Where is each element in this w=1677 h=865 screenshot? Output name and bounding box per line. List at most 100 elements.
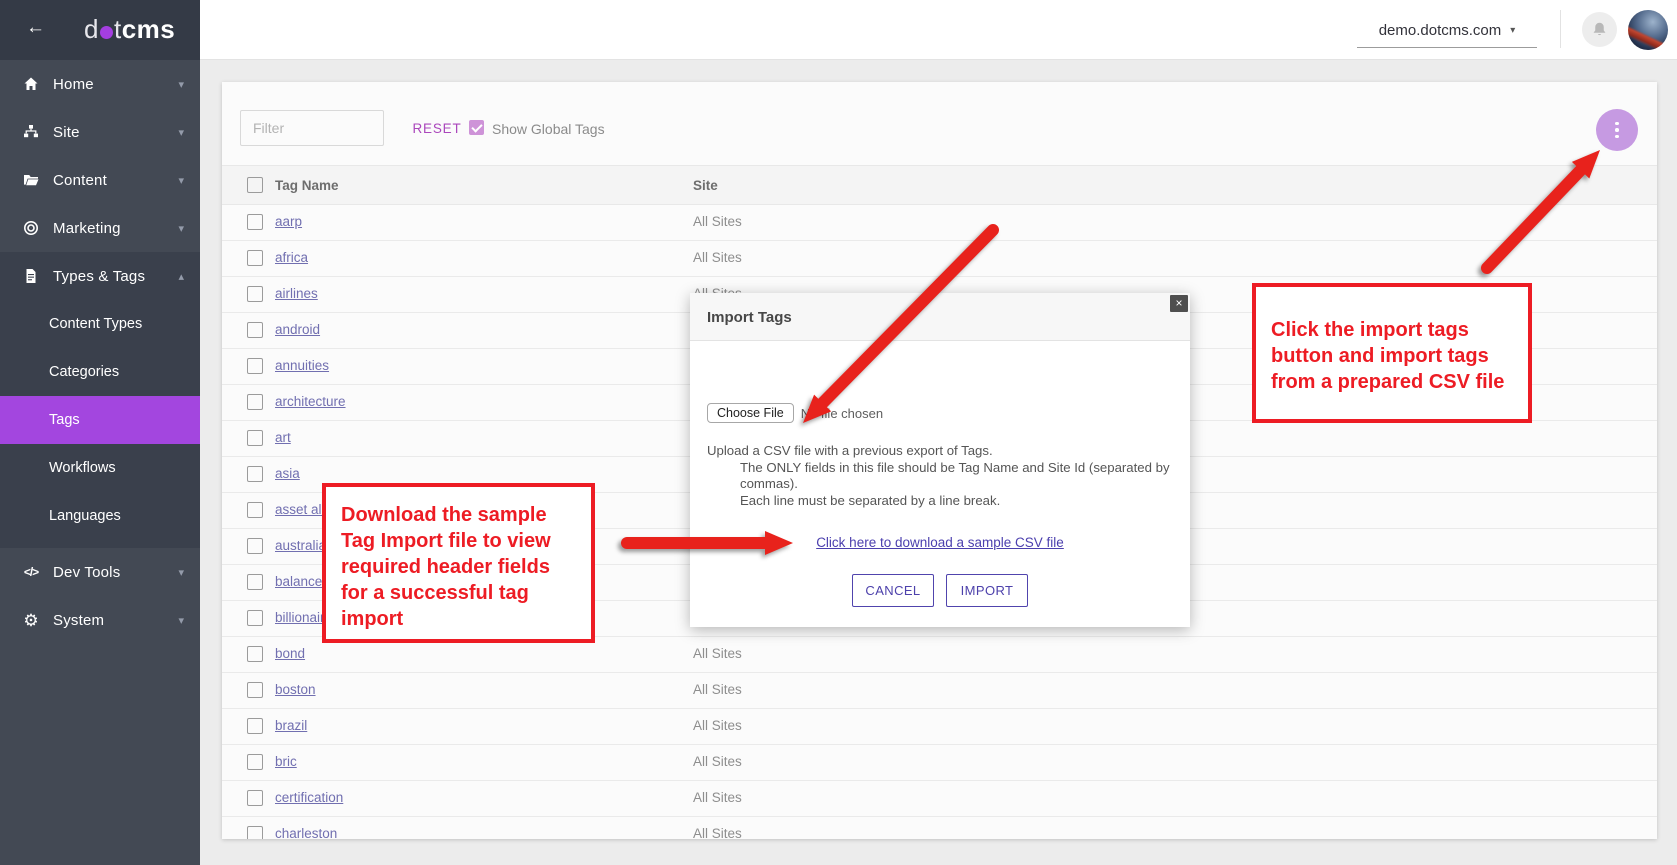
row-checkbox[interactable] (247, 286, 263, 302)
chevron-down-icon: ▾ (178, 614, 184, 627)
tag-link[interactable]: certification (275, 790, 343, 805)
close-icon[interactable]: × (1170, 295, 1188, 312)
tag-link[interactable]: architecture (275, 394, 346, 409)
sidebar-item-marketing[interactable]: Marketing ▾ (0, 204, 200, 252)
modal-header: Import Tags × (690, 293, 1190, 341)
site-cell: All Sites (693, 214, 742, 229)
row-checkbox[interactable] (247, 574, 263, 590)
filter-input[interactable] (240, 110, 384, 146)
tag-link[interactable]: bond (275, 646, 305, 661)
chevron-down-icon: ▾ (178, 126, 184, 139)
modal-description: Upload a CSV file with a previous export… (707, 443, 1173, 509)
sidebar-item-system[interactable]: ⚙ System ▾ (0, 596, 200, 644)
row-checkbox[interactable] (247, 826, 263, 839)
table-header: Tag Name Site (222, 165, 1657, 205)
site-cell: All Sites (693, 646, 742, 661)
sidebar-item-languages[interactable]: Languages (0, 492, 200, 540)
sidebar-item-dev-tools[interactable]: </> Dev Tools ▾ (0, 548, 200, 596)
tag-link[interactable]: aarp (275, 214, 302, 229)
no-file-chosen-text: No file chosen (801, 406, 883, 421)
row-checkbox[interactable] (247, 646, 263, 662)
row-checkbox[interactable] (247, 538, 263, 554)
table-row: boston All Sites (222, 673, 1657, 709)
code-icon: </> (22, 565, 40, 579)
annotation-box-download-sample: Download the sample Tag Import file to v… (322, 483, 595, 643)
topbar: demo.dotcms.com ▾ (200, 0, 1677, 60)
site-cell: All Sites (693, 682, 742, 697)
row-checkbox[interactable] (247, 394, 263, 410)
column-header-tag-name[interactable]: Tag Name (275, 178, 339, 193)
column-header-site[interactable]: Site (693, 178, 718, 193)
sidebar-item-site[interactable]: Site ▾ (0, 108, 200, 156)
tag-link[interactable]: bric (275, 754, 297, 769)
tag-link[interactable]: boston (275, 682, 316, 697)
site-cell: All Sites (693, 790, 742, 805)
tag-link[interactable]: africa (275, 250, 308, 265)
sidebar: ← dtcms Home ▾ Site ▾ Content ▾ Marketin… (0, 0, 200, 865)
gear-icon: ⚙ (22, 612, 40, 629)
site-selector[interactable]: demo.dotcms.com ▾ (1357, 13, 1537, 48)
types-tags-group: Types & Tags ▴ Content Types Categories … (0, 252, 200, 548)
annotation-box-import-button: Click the import tags button and import … (1252, 283, 1532, 423)
row-checkbox[interactable] (247, 790, 263, 806)
row-checkbox[interactable] (247, 358, 263, 374)
sidebar-header: ← dtcms (0, 0, 200, 60)
row-checkbox[interactable] (247, 466, 263, 482)
sidebar-item-workflows[interactable]: Workflows (0, 444, 200, 492)
download-sample-csv-link[interactable]: Click here to download a sample CSV file (690, 535, 1190, 550)
bell-icon (1591, 21, 1608, 38)
bullseye-icon (22, 220, 40, 236)
notifications-button[interactable] (1582, 12, 1617, 47)
cancel-button[interactable]: CANCEL (852, 574, 934, 607)
user-avatar[interactable] (1628, 10, 1668, 50)
sidebar-item-categories[interactable]: Categories (0, 348, 200, 396)
choose-file-button[interactable]: Choose File (707, 403, 794, 423)
sidebar-item-types-tags[interactable]: Types & Tags ▴ (0, 252, 200, 300)
home-icon (22, 76, 40, 92)
sidebar-nav: Home ▾ Site ▾ Content ▾ Marketing ▾ Type… (0, 60, 200, 644)
sidebar-item-tags[interactable]: Tags (0, 396, 200, 444)
table-row: aarp All Sites (222, 205, 1657, 241)
tag-link[interactable]: brazil (275, 718, 307, 733)
row-checkbox[interactable] (247, 754, 263, 770)
back-arrow-icon[interactable]: ← (26, 17, 45, 39)
row-checkbox[interactable] (247, 430, 263, 446)
import-tags-modal: Import Tags × Choose File No file chosen… (690, 293, 1190, 627)
tag-link[interactable]: charleston (275, 826, 337, 839)
select-all-checkbox[interactable] (247, 177, 263, 193)
topbar-divider (1560, 10, 1561, 48)
site-cell: All Sites (693, 754, 742, 769)
table-row: brazil All Sites (222, 709, 1657, 745)
tag-link[interactable]: annuities (275, 358, 329, 373)
show-global-tags-checkbox[interactable] (469, 120, 484, 135)
row-checkbox[interactable] (247, 682, 263, 698)
sidebar-item-content[interactable]: Content ▾ (0, 156, 200, 204)
tag-link[interactable]: asia (275, 466, 300, 481)
sidebar-item-content-types[interactable]: Content Types (0, 300, 200, 348)
table-row: bric All Sites (222, 745, 1657, 781)
more-actions-fab[interactable] (1596, 109, 1638, 151)
row-checkbox[interactable] (247, 718, 263, 734)
table-row: africa All Sites (222, 241, 1657, 277)
reset-button[interactable]: RESET (402, 121, 472, 136)
chevron-up-icon: ▴ (178, 270, 184, 283)
table-row: charleston All Sites (222, 817, 1657, 839)
dotcms-logo: dtcms (84, 14, 175, 45)
caret-down-icon: ▾ (1510, 25, 1515, 36)
tag-link[interactable]: art (275, 430, 291, 445)
document-icon (22, 268, 40, 284)
tag-link[interactable]: airlines (275, 286, 318, 301)
tag-link[interactable]: australia (275, 538, 326, 553)
logo-dot-icon (100, 26, 113, 39)
sitemap-icon (22, 124, 40, 140)
row-checkbox[interactable] (247, 322, 263, 338)
row-checkbox[interactable] (247, 502, 263, 518)
sidebar-item-home[interactable]: Home ▾ (0, 60, 200, 108)
chevron-down-icon: ▾ (178, 174, 184, 187)
row-checkbox[interactable] (247, 250, 263, 266)
tag-link[interactable]: android (275, 322, 320, 337)
import-button[interactable]: IMPORT (946, 574, 1028, 607)
site-cell: All Sites (693, 250, 742, 265)
row-checkbox[interactable] (247, 214, 263, 230)
row-checkbox[interactable] (247, 610, 263, 626)
